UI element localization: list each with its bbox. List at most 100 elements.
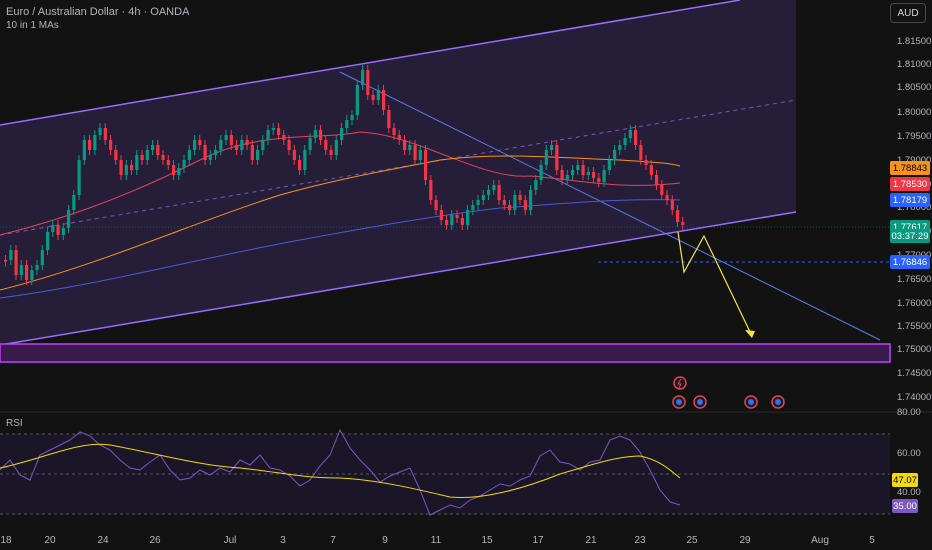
projection-arrowhead — [745, 330, 755, 338]
candle — [324, 140, 328, 150]
candle — [250, 145, 254, 160]
time-label: Aug — [811, 535, 829, 546]
rsi-tick: 60.00 — [897, 448, 921, 459]
candle — [93, 135, 97, 150]
candle — [14, 250, 18, 275]
candle — [434, 200, 438, 210]
candle — [523, 200, 527, 210]
flag-icon[interactable] — [771, 395, 785, 409]
candle — [623, 138, 627, 145]
candle — [628, 130, 632, 138]
candle — [40, 250, 44, 265]
price-tick: 1.76000 — [897, 298, 932, 309]
candle — [513, 195, 517, 210]
time-label: Jul — [223, 535, 237, 546]
price-badge: 1.76846 — [890, 255, 930, 269]
candle — [539, 165, 543, 180]
flag-icon[interactable] — [672, 395, 686, 409]
candle — [114, 150, 118, 160]
candle — [245, 140, 249, 145]
price-tick: 1.74500 — [897, 368, 932, 379]
candle — [355, 85, 359, 115]
flag-icon[interactable] — [693, 395, 707, 409]
candle — [145, 150, 149, 160]
candle — [266, 130, 270, 140]
candle — [329, 150, 333, 155]
candle — [193, 140, 197, 150]
candle — [403, 140, 407, 150]
candle — [182, 160, 186, 168]
indicator-label[interactable]: 10 in 1 MAs — [6, 20, 59, 31]
candle — [298, 160, 302, 170]
candle — [282, 135, 286, 140]
rsi-badge: 35.00 — [892, 499, 918, 513]
time-label: 5 — [869, 535, 875, 546]
candle — [334, 140, 338, 155]
candle — [565, 175, 569, 180]
price-badge: 1.78530 — [890, 177, 930, 191]
rsi-label: RSI — [6, 418, 23, 429]
chart-title: Euro / Australian Dollar · 4h · OANDA — [6, 6, 190, 18]
candle — [586, 172, 590, 175]
candle — [308, 138, 312, 150]
candle — [429, 180, 433, 200]
candle — [46, 232, 50, 250]
candle — [177, 168, 181, 175]
candle — [151, 145, 155, 150]
price-tick: 1.74000 — [897, 392, 932, 403]
candle — [88, 140, 92, 150]
time-label: 21 — [585, 535, 597, 546]
candle — [261, 140, 265, 150]
candle — [214, 150, 218, 155]
lightning-icon[interactable] — [673, 376, 687, 390]
candle — [492, 185, 496, 190]
candle — [544, 150, 548, 165]
candle — [361, 70, 365, 85]
candle — [219, 140, 223, 150]
candle — [497, 185, 501, 200]
candle — [224, 135, 228, 140]
currency-button[interactable]: AUD — [890, 3, 926, 23]
candle — [602, 170, 606, 182]
price-tick: 1.80000 — [897, 107, 932, 118]
candle — [487, 190, 491, 195]
candle — [649, 165, 653, 175]
candle — [208, 155, 212, 160]
candle — [376, 90, 380, 100]
price-tick: 1.80500 — [897, 82, 932, 93]
price-tick: 1.81000 — [897, 59, 932, 70]
time-label: 20 — [44, 535, 56, 546]
candle — [67, 210, 71, 228]
candle — [571, 170, 575, 175]
candle — [61, 228, 65, 235]
candle — [271, 128, 275, 130]
candle — [592, 172, 596, 178]
candle — [471, 205, 475, 210]
candle — [366, 70, 370, 95]
candle — [119, 160, 123, 175]
candle — [392, 128, 396, 135]
support-zone — [0, 343, 891, 363]
candle — [644, 160, 648, 165]
candle — [665, 195, 669, 200]
candle — [581, 165, 585, 175]
chart-canvas[interactable] — [0, 0, 932, 550]
candle — [19, 265, 23, 275]
candle — [618, 145, 622, 150]
candle — [240, 140, 244, 150]
time-label: 9 — [382, 535, 388, 546]
time-label: 3 — [280, 535, 286, 546]
candle — [534, 180, 538, 190]
candle — [676, 210, 680, 222]
candle — [130, 165, 134, 170]
candle — [502, 200, 506, 205]
candle — [82, 140, 86, 160]
candle — [287, 140, 291, 150]
candle — [350, 115, 354, 120]
candle — [560, 170, 564, 180]
candle — [4, 260, 8, 262]
candle — [639, 145, 643, 160]
price-tick: 1.79500 — [897, 131, 932, 142]
price-tick: 1.75500 — [897, 321, 932, 332]
flag-icon[interactable] — [744, 395, 758, 409]
